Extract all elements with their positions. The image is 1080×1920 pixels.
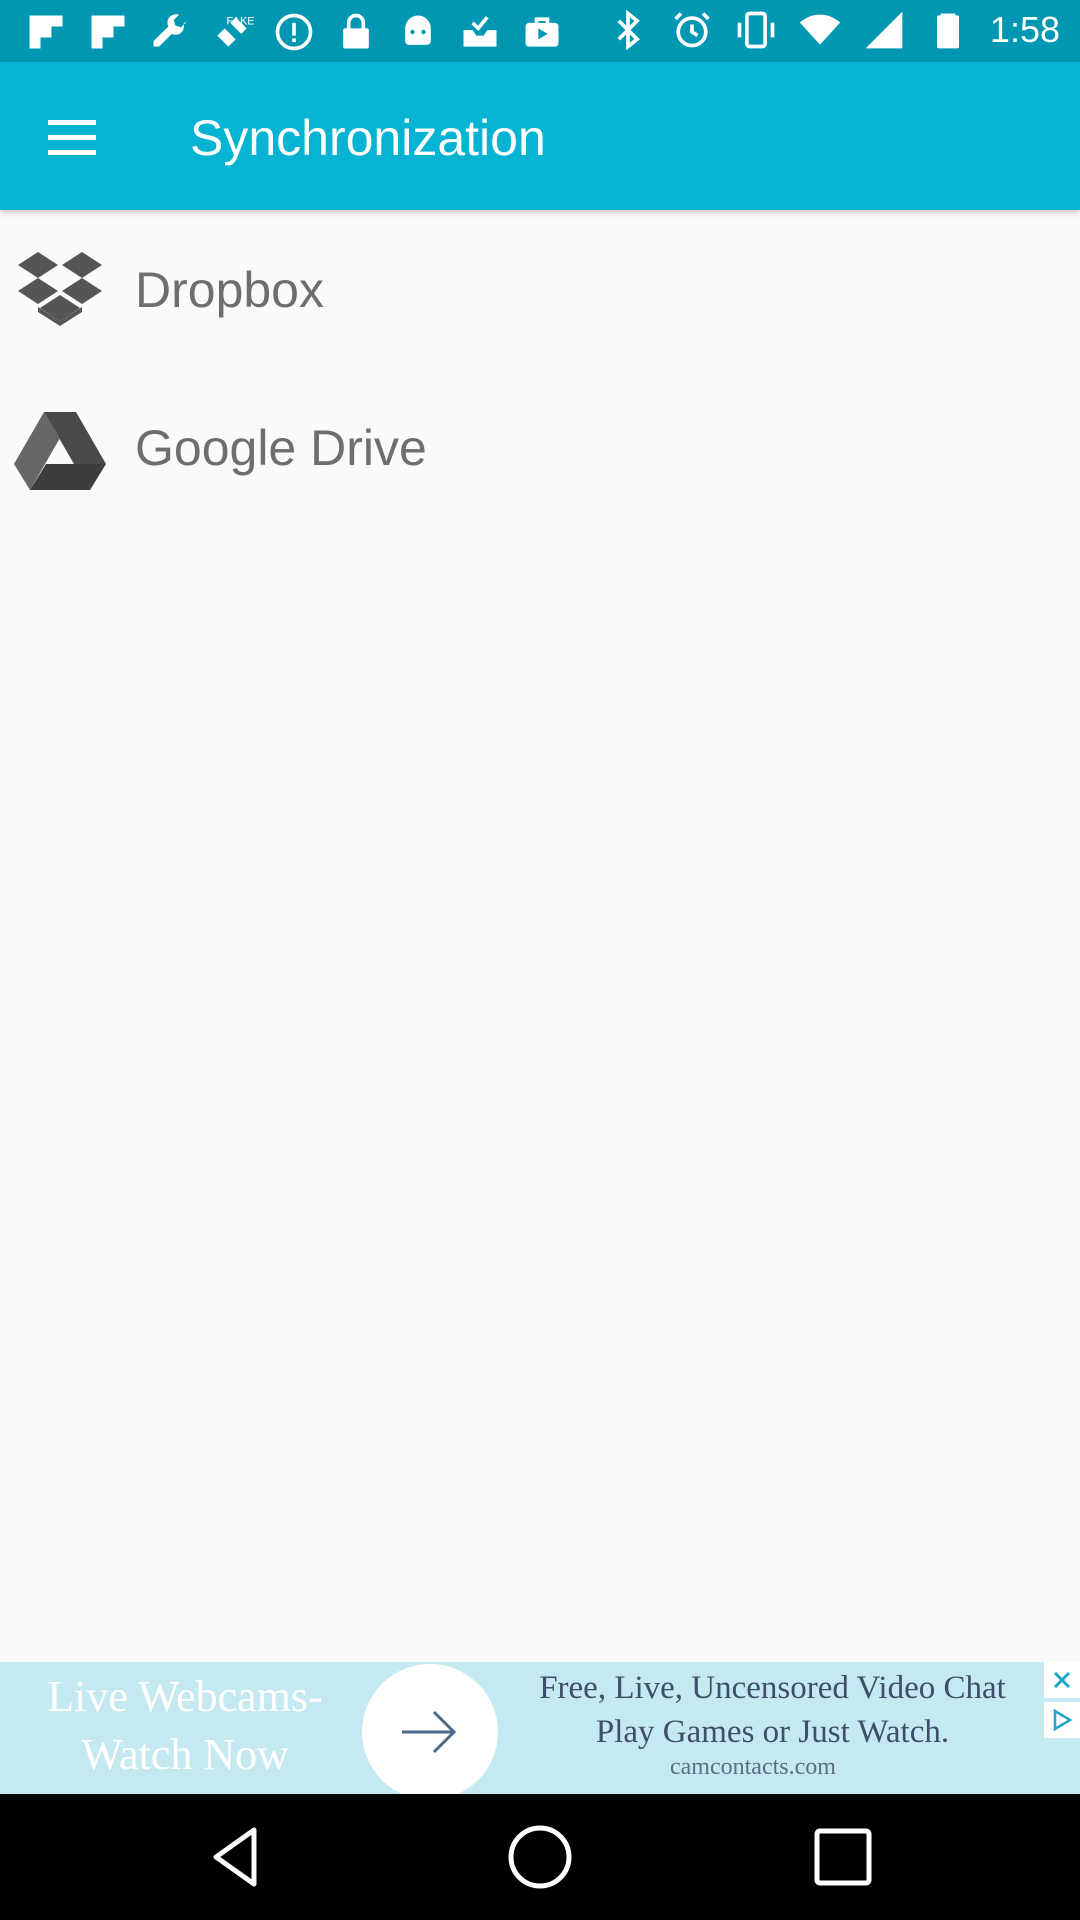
- status-time: 1:58: [989, 9, 1060, 50]
- ad-arrow-button[interactable]: [362, 1664, 498, 1794]
- flipboard-icon: [91, 15, 125, 49]
- dropbox-icon: [18, 252, 102, 326]
- list-item-label: Google Drive: [135, 420, 427, 476]
- status-bar: FAKE 1:58: [0, 0, 1080, 62]
- list-item-google-drive[interactable]: Google Drive: [0, 370, 1080, 528]
- ad-choices-button[interactable]: [1044, 1702, 1080, 1738]
- ad-description-line2: Play Games or Just Watch.: [595, 1714, 950, 1750]
- ad-headline: Live Webcams- Watch Now: [0, 1662, 370, 1794]
- battery-icon: [936, 13, 959, 49]
- wifi-icon: [799, 14, 841, 45]
- wrench-icon: [153, 14, 187, 47]
- navigation-bar: [0, 1794, 1080, 1920]
- hamburger-menu-icon[interactable]: [40, 106, 104, 170]
- ad-domain: camcontacts.com: [670, 1754, 836, 1780]
- fake-gps-icon: FAKE: [215, 16, 255, 49]
- flipboard-icon: [29, 15, 63, 49]
- ad-close-button[interactable]: [1044, 1662, 1080, 1698]
- alarm-icon: [674, 12, 710, 48]
- arrow-right-icon: [402, 1710, 457, 1754]
- ad-headline-line1: Live Webcams-: [47, 1672, 323, 1721]
- svg-text:FAKE: FAKE: [227, 16, 255, 28]
- home-icon[interactable]: [505, 1822, 575, 1892]
- ad-headline-line2: Watch Now: [81, 1730, 289, 1779]
- sync-service-list: Dropbox Google Drive: [0, 212, 1080, 528]
- info-icon: [275, 13, 313, 51]
- recents-icon[interactable]: [808, 1822, 878, 1892]
- close-icon: [1053, 1671, 1071, 1689]
- ad-choices-icon: [1053, 1708, 1073, 1732]
- list-item-dropbox[interactable]: Dropbox: [0, 212, 1080, 370]
- ad-description: Free, Live, Uncensored Video Chat Play G…: [500, 1666, 1045, 1754]
- lock-icon: [343, 13, 369, 49]
- android-icon: [405, 15, 431, 45]
- signal-icon: [865, 11, 903, 49]
- back-icon[interactable]: [202, 1822, 272, 1892]
- ad-banner[interactable]: Live Webcams- Watch Now Free, Live, Unce…: [0, 1662, 1080, 1794]
- ad-description-line1: Free, Live, Uncensored Video Chat: [539, 1670, 1006, 1706]
- bluetooth-icon: [617, 9, 640, 51]
- list-item-label: Dropbox: [135, 262, 324, 318]
- app-bar: Synchronization: [0, 62, 1080, 210]
- briefcase-icon: [525, 17, 559, 47]
- inbox-icon: [463, 16, 497, 47]
- page-title: Synchronization: [190, 110, 546, 166]
- vibrate-icon: [737, 11, 775, 49]
- google-drive-icon: [14, 412, 106, 490]
